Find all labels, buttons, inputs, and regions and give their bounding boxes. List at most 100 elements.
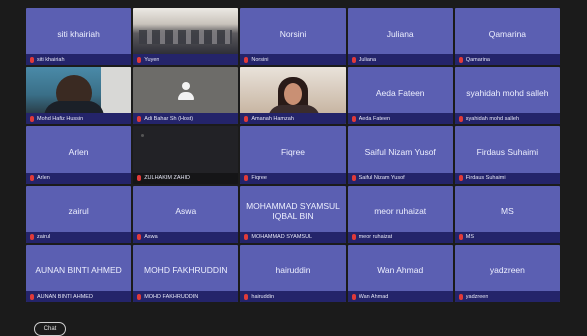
participant-name: Fiqree [280,146,306,157]
mic-muted-icon [30,175,34,182]
participant-tile[interactable]: MS MS [454,185,560,243]
participant-tile[interactable]: meor ruhaizat meor ruhaizat [347,185,453,243]
participant-label-bar: Adi Bahar Sh (Host) [133,113,239,125]
participant-label: Amanah Hamzah [251,115,294,122]
participant-tile[interactable]: Aeda Fateen Aeda Fateen [347,67,453,125]
mic-muted-icon [244,115,249,122]
participant-tile[interactable]: Wan Ahmad Wan Ahmad [347,244,453,302]
participant-label: Mohd Hafiz Hussin [37,115,84,122]
participant-label-bar: Qamarina [454,54,560,66]
participant-tile-no-video[interactable]: ZULHAKIM ZAHID [133,126,239,184]
participant-label-bar: Arlen [26,172,132,184]
participant-name: MOHD FAKHRUDDIN [143,265,228,276]
participant-label-bar: Aeda Fateen [347,113,453,125]
participant-label: ZULHAKIM ZAHID [144,175,191,182]
mic-muted-icon [137,115,142,122]
participant-label-bar: syahidah mohd salleh [454,113,560,125]
gallery-grid: siti khairiah siti khairiah Yuyen Norsin… [26,8,560,302]
participant-label: Aeda Fateen [358,115,391,122]
participant-tile[interactable]: MOHAMMAD SYAMSUL IQBAL BIN MOHAMMAD SYAM… [240,185,346,243]
participant-label: MOHAMMAD SYAMSUL [251,234,313,241]
user-avatar-icon [177,82,194,101]
participant-tile[interactable]: Arlen Arlen [26,126,132,184]
participant-tile[interactable]: Qamarina Qamarina [454,8,560,66]
participant-tile[interactable]: Firdaus Suhaimi Firdaus Suhaimi [454,126,560,184]
participant-label-bar: Juliana [347,54,453,66]
mic-muted-icon [351,115,356,122]
mic-muted-icon [244,293,249,300]
mic-muted-icon [458,115,463,122]
participant-label-bar: yadzreen [454,291,560,302]
participant-label-bar: AUNAN BINTI AHMED [26,291,132,302]
participant-tile-no-video[interactable]: Adi Bahar Sh (Host) [133,67,239,125]
mic-muted-icon [137,234,142,241]
participant-label-bar: Firdaus Suhaimi [454,172,560,184]
participant-name: Aswa [175,206,197,217]
participant-name: Wan Ahmad [377,265,424,276]
participant-tile[interactable]: zairul zairul [26,185,132,243]
participant-name: MS [501,206,514,217]
participant-name: AUNAN BINTI AHMED [35,265,122,276]
participant-label-bar: MS [454,231,560,243]
mic-muted-icon [137,175,142,182]
participant-tile[interactable]: yadzreen yadzreen [454,244,560,302]
participant-name: meor ruhaizat [374,206,427,217]
participant-label-bar: Amanah Hamzah [240,113,346,125]
participant-label: AUNAN BINTI AHMED [37,293,93,300]
participant-label: syahidah mohd salleh [465,115,519,122]
participant-name: Arlen [68,146,89,157]
participant-tile[interactable]: Norsini Norsini [240,8,346,66]
participant-label: Firdaus Suhaimi [465,175,506,182]
participant-label: Arlen [37,175,50,182]
participant-label-bar: ZULHAKIM ZAHID [133,172,239,184]
participant-label: Adi Bahar Sh (Host) [144,115,194,122]
participant-name: Norsini [279,28,307,39]
participant-tile[interactable]: siti khairiah siti khairiah [26,8,132,66]
participant-name: siti khairiah [57,28,100,39]
participant-tile[interactable]: Saiful Nizam Yusof Saiful Nizam Yusof [347,126,453,184]
mic-muted-icon [244,234,249,241]
participant-label: siti khairiah [37,56,65,63]
participant-name: MOHAMMAD SYAMSUL IQBAL BIN [246,201,340,222]
participant-tile-video[interactable]: Yuyen [133,8,239,66]
participant-name: Saiful Nizam Yusof [364,146,436,157]
participant-label: Juliana [358,56,377,63]
participant-label: yadzreen [465,293,489,300]
participant-label-bar: Mohd Hafiz Hussin [26,113,132,125]
participant-label-bar: Fiqree [240,172,346,184]
camera-feed [26,67,132,118]
participant-tile[interactable]: MOHD FAKHRUDDIN MOHD FAKHRUDDIN [133,244,239,302]
participant-label: MOHD FAKHRUDDIN [144,293,199,300]
participant-label-bar: siti khairiah [26,54,132,66]
participant-label: Wan Ahmad [358,293,389,300]
participant-label-bar: Norsini [240,54,346,66]
participant-name: Aeda Fateen [375,87,425,98]
chat-button[interactable]: Chat [34,322,66,336]
video-off-indicator [141,134,145,138]
active-speaker-tile[interactable]: Amanah Hamzah [240,67,346,125]
participant-tile-video[interactable]: Mohd Hafiz Hussin [26,67,132,125]
participant-tile[interactable]: hairuddin hairuddin [240,244,346,302]
participant-name: Firdaus Suhaimi [476,146,539,157]
participant-label: MS [465,234,475,241]
mic-muted-icon [244,56,249,63]
mic-muted-icon [351,293,356,300]
participant-tile[interactable]: Juliana Juliana [347,8,453,66]
participant-label-bar: Wan Ahmad [347,291,453,302]
participant-label: Fiqree [251,175,267,182]
participant-label: Aswa [144,234,158,241]
participant-tile[interactable]: AUNAN BINTI AHMED AUNAN BINTI AHMED [26,244,132,302]
mic-muted-icon [137,293,142,300]
participant-tile[interactable]: Fiqree Fiqree [240,126,346,184]
mic-muted-icon [30,293,34,300]
participant-label-bar: MOHD FAKHRUDDIN [133,291,239,302]
participant-label-bar: Saiful Nizam Yusof [347,172,453,184]
participant-name: hairuddin [275,265,311,276]
participant-label: zairul [37,234,51,241]
mic-muted-icon [30,115,34,122]
participant-tile[interactable]: syahidah mohd salleh syahidah mohd salle… [454,67,560,125]
participant-tile[interactable]: Aswa Aswa [133,185,239,243]
participant-label-bar: MOHAMMAD SYAMSUL [240,231,346,243]
camera-feed [133,8,239,55]
participant-label: Norsini [251,56,269,63]
